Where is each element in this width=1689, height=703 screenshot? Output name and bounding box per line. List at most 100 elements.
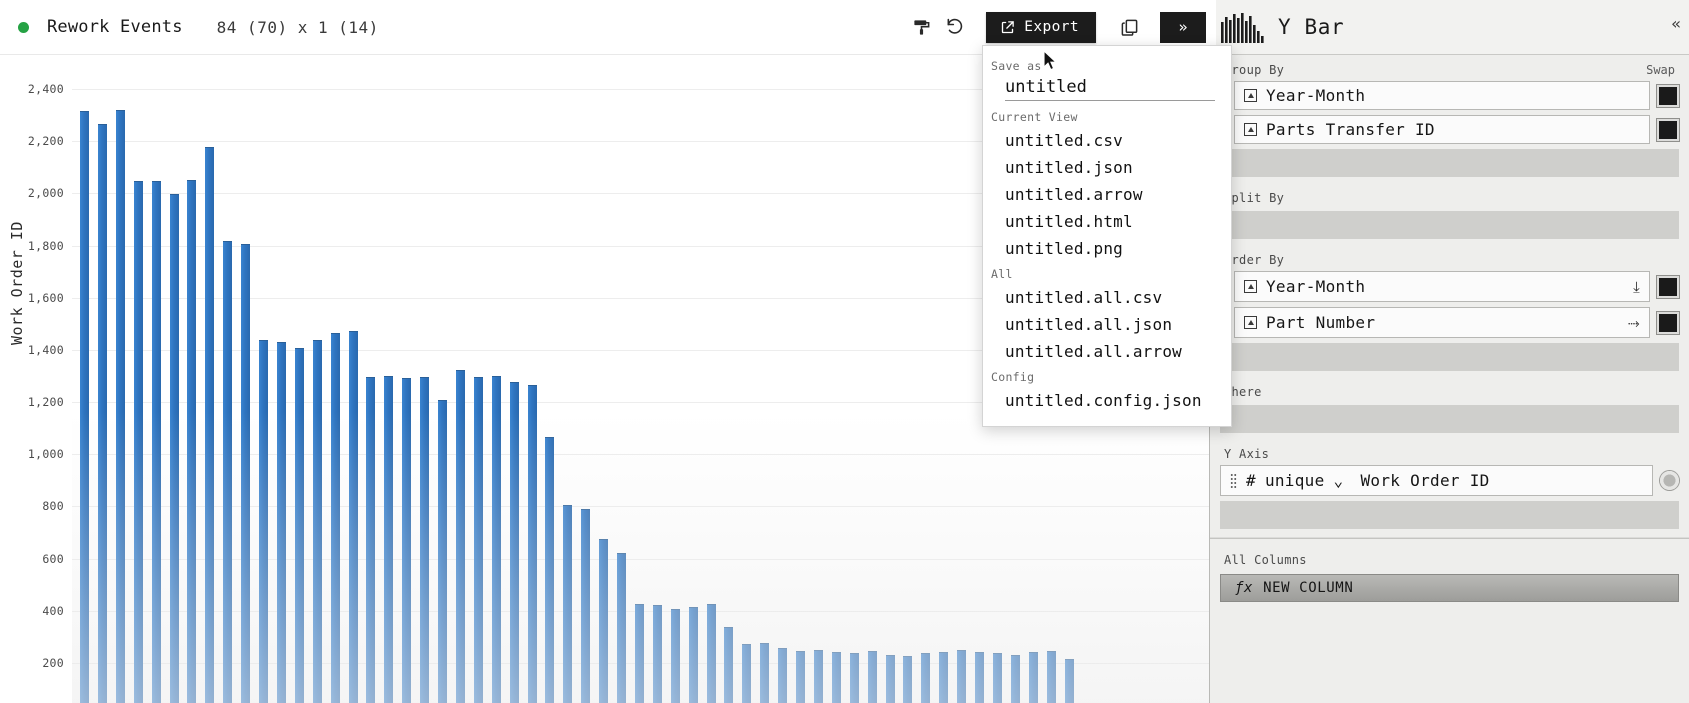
bar[interactable] — [259, 340, 268, 703]
sort-descending-icon[interactable]: ⤓ — [1633, 278, 1640, 296]
split-by-dropzone[interactable] — [1220, 211, 1679, 239]
bar[interactable] — [1046, 650, 1056, 703]
y-axis-options-button[interactable] — [1660, 471, 1679, 490]
group-by-field-0[interactable]: Year-Month — [1234, 81, 1650, 110]
bar[interactable] — [652, 605, 662, 703]
export-dropdown-menu[interactable]: Save as Current Viewuntitled.csvuntitled… — [982, 45, 1232, 427]
bar[interactable] — [634, 603, 644, 703]
group-by-dropzone[interactable] — [1220, 149, 1679, 177]
group-by-row-1[interactable]: Parts Transfer ID — [1220, 115, 1679, 144]
bar[interactable] — [223, 241, 233, 703]
bar[interactable] — [957, 649, 967, 703]
bar[interactable] — [527, 384, 537, 703]
bar[interactable] — [867, 650, 877, 703]
bar[interactable] — [491, 375, 501, 703]
bar[interactable] — [312, 340, 322, 703]
order-by-row-0[interactable]: Year-Month ⤓ — [1220, 271, 1679, 302]
bar[interactable] — [294, 348, 304, 703]
chevron-down-icon[interactable]: ⌄ — [1334, 471, 1344, 490]
group-by-row-0[interactable]: Year-Month — [1220, 81, 1679, 110]
sort-ascending-icon[interactable]: ⤑ — [1628, 314, 1640, 332]
bar[interactable] — [420, 376, 430, 703]
bar[interactable] — [151, 181, 161, 703]
bar[interactable] — [992, 653, 1002, 703]
bar[interactable] — [670, 609, 680, 703]
drag-handle-icon[interactable] — [1230, 472, 1237, 489]
menu-item-0-3[interactable]: untitled.html — [983, 208, 1231, 235]
order-by-field-1[interactable]: Part Number ⤑ — [1234, 307, 1650, 338]
bar[interactable] — [97, 123, 107, 703]
bar[interactable] — [133, 181, 143, 703]
bar[interactable] — [617, 553, 626, 703]
aggregate-name[interactable]: unique — [1265, 471, 1325, 490]
menu-item-0-2[interactable]: untitled.arrow — [983, 181, 1231, 208]
order-by-remove-0[interactable] — [1657, 275, 1679, 298]
menu-item-1-1[interactable]: untitled.all.json — [983, 311, 1231, 338]
y-axis-row[interactable]: # unique ⌄ Work Order ID — [1220, 465, 1679, 496]
bar[interactable] — [796, 650, 805, 703]
y-axis-dropzone[interactable] — [1220, 501, 1679, 529]
bar[interactable] — [831, 652, 841, 703]
collapse-sidebar-button[interactable]: « — [1671, 14, 1681, 33]
bar[interactable] — [742, 644, 752, 703]
bar[interactable] — [688, 606, 698, 703]
order-by-remove-1[interactable] — [1657, 311, 1679, 334]
menu-item-1-2[interactable]: untitled.all.arrow — [983, 338, 1231, 365]
bar[interactable] — [348, 331, 358, 703]
menu-item-0-4[interactable]: untitled.png — [983, 235, 1231, 262]
bar[interactable] — [581, 508, 591, 703]
paint-roller-icon[interactable] — [904, 10, 938, 44]
menu-item-2-0[interactable]: untitled.config.json — [983, 387, 1231, 414]
y-axis-field[interactable]: # unique ⌄ Work Order ID — [1220, 465, 1653, 496]
bar[interactable] — [80, 110, 89, 703]
order-by-row-1[interactable]: Part Number ⤑ — [1220, 307, 1679, 338]
bar[interactable] — [115, 109, 125, 703]
bar[interactable] — [241, 243, 251, 703]
bar[interactable] — [1064, 658, 1074, 703]
bar[interactable] — [849, 653, 859, 703]
bar[interactable] — [903, 656, 913, 703]
bar[interactable] — [885, 654, 895, 703]
bar[interactable] — [455, 370, 465, 703]
group-by-field-1[interactable]: Parts Transfer ID — [1234, 115, 1650, 144]
group-by-remove-1[interactable] — [1657, 118, 1679, 141]
bar[interactable] — [760, 643, 770, 703]
new-column-button[interactable]: ƒx NEW COLUMN — [1220, 574, 1679, 602]
expand-panel-button[interactable]: » — [1160, 11, 1206, 43]
bar[interactable] — [1028, 652, 1038, 703]
bar[interactable] — [778, 648, 788, 703]
menu-item-0-0[interactable]: untitled.csv — [983, 127, 1231, 154]
save-as-filename-input[interactable] — [1005, 76, 1215, 101]
bar[interactable] — [975, 652, 984, 703]
bar[interactable] — [1010, 654, 1020, 703]
order-by-dropzone[interactable] — [1220, 343, 1679, 371]
bar[interactable] — [402, 378, 412, 703]
bar[interactable] — [599, 538, 609, 703]
bar[interactable] — [545, 436, 555, 703]
swap-button[interactable]: Swap — [1646, 63, 1675, 77]
bar[interactable] — [473, 376, 483, 703]
bar[interactable] — [563, 504, 573, 703]
undo-icon[interactable] — [938, 10, 972, 44]
bar[interactable] — [509, 382, 519, 703]
bar[interactable] — [366, 376, 376, 703]
menu-item-0-1[interactable]: untitled.json — [983, 154, 1231, 181]
order-by-field-0[interactable]: Year-Month ⤓ — [1234, 271, 1650, 302]
bar[interactable] — [939, 652, 949, 703]
bar[interactable] — [187, 180, 197, 703]
bar[interactable] — [438, 400, 447, 703]
menu-item-1-0[interactable]: untitled.all.csv — [983, 284, 1231, 311]
bar[interactable] — [706, 603, 716, 703]
where-dropzone[interactable] — [1220, 405, 1679, 433]
bar[interactable] — [205, 147, 215, 703]
group-by-remove-0[interactable] — [1657, 84, 1679, 107]
bar[interactable] — [921, 653, 931, 703]
copy-icon[interactable] — [1112, 10, 1146, 44]
bar[interactable] — [813, 649, 823, 703]
bar[interactable] — [276, 341, 286, 703]
bar[interactable] — [724, 627, 734, 703]
bar[interactable] — [384, 375, 394, 703]
bar[interactable] — [169, 194, 179, 703]
export-button[interactable]: Export — [986, 11, 1096, 43]
bar[interactable] — [330, 332, 340, 703]
